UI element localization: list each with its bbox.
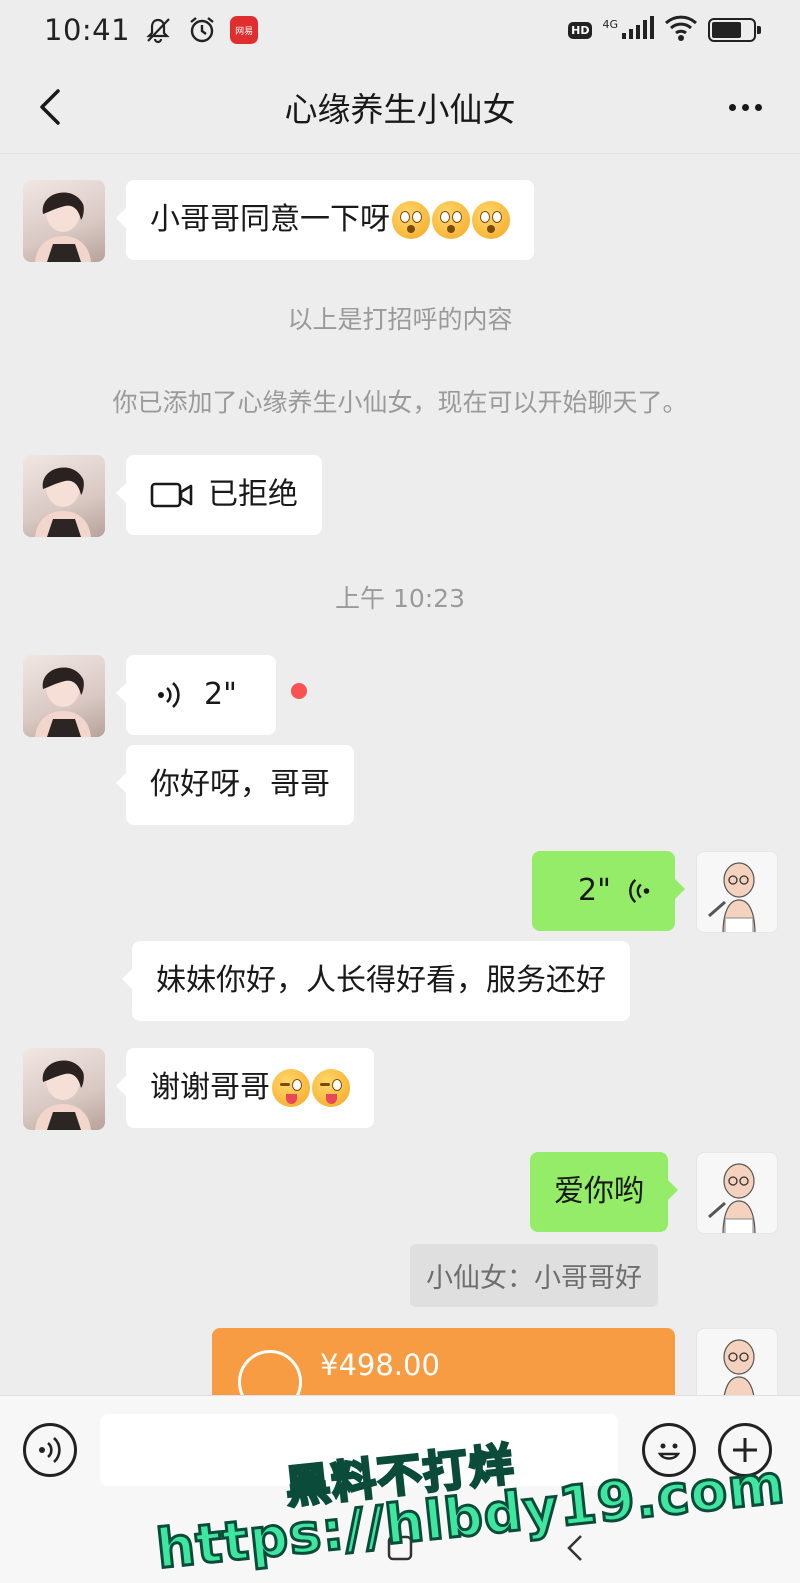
plus-icon	[733, 1438, 757, 1462]
system-notice: 以上是打招呼的内容	[287, 305, 513, 334]
message-input[interactable]	[100, 1414, 618, 1486]
plus-button[interactable]	[718, 1423, 772, 1477]
back-button[interactable]	[26, 82, 76, 132]
emoji-icon	[657, 1443, 681, 1460]
square-icon	[387, 1535, 413, 1561]
mute-icon	[142, 14, 174, 46]
battery-icon	[708, 18, 761, 42]
transfer-amount: ¥498.00	[320, 1348, 440, 1382]
message-bubble[interactable]: 妹妹你好，人长得好看，服务还好	[122, 941, 630, 1021]
contact-avatar[interactable]	[23, 455, 105, 537]
flushed-face-emoji	[432, 201, 470, 239]
message-text: 你好呀，哥哥	[150, 767, 330, 802]
chevron-left-icon	[40, 89, 60, 125]
flushed-face-emoji	[472, 201, 510, 239]
nav-home-button[interactable]	[380, 1528, 420, 1568]
transfer-icon	[238, 1350, 302, 1395]
transfer-bubble[interactable]: ¥498.00	[212, 1328, 675, 1395]
more-dots-icon	[728, 103, 736, 111]
my-avatar[interactable]	[696, 1328, 778, 1395]
voice-icon	[158, 682, 180, 708]
message-text: 小哥哥同意一下呀	[150, 202, 390, 237]
signal-icon	[620, 15, 654, 45]
voice-message-bubble-sent[interactable]: 2"	[532, 851, 685, 931]
message-text: 爱你哟	[554, 1174, 644, 1209]
contact-avatar[interactable]	[23, 1048, 105, 1130]
chat-title: 心缘养生小仙女	[284, 89, 516, 129]
message-text: 妹妹你好，人长得好看，服务还好	[156, 963, 606, 998]
contact-avatar[interactable]	[23, 655, 105, 737]
more-button[interactable]	[720, 82, 770, 132]
unread-dot	[291, 683, 307, 699]
winking-tongue-emoji	[312, 1069, 350, 1107]
voice-mode-button[interactable]	[23, 1423, 77, 1477]
system-notice: 你已添加了心缘养生小仙女，现在可以开始聊天了。	[112, 388, 688, 417]
hd-badge: HD	[568, 21, 593, 39]
chat-header: 心缘养生小仙女	[0, 60, 800, 154]
video-call-icon	[150, 482, 193, 508]
contact-avatar[interactable]	[23, 180, 105, 262]
voice-mode-icon	[39, 1437, 61, 1463]
chat-screen: 10:41 网易 HD 4G 心缘养生小仙女 小哥哥同意一下呀 以上是打招呼的内…	[0, 0, 800, 1583]
quoted-message[interactable]: 小仙女：小哥哥好	[410, 1244, 658, 1307]
my-avatar[interactable]	[696, 851, 778, 933]
message-text: 已拒绝	[208, 477, 298, 512]
voice-message-bubble[interactable]: 2"	[116, 655, 276, 735]
message-text: 谢谢哥哥	[150, 1070, 270, 1105]
wifi-icon	[664, 14, 698, 46]
voice-icon	[629, 878, 650, 904]
network-type: 4G	[602, 17, 618, 31]
winking-tongue-emoji	[272, 1069, 310, 1107]
my-avatar[interactable]	[696, 1152, 778, 1234]
video-call-bubble[interactable]: 已拒绝	[116, 455, 322, 535]
back-triangle-icon	[567, 1535, 582, 1561]
message-list[interactable]: 小哥哥同意一下呀 以上是打招呼的内容 你已添加了心缘养生小仙女，现在可以开始聊天…	[0, 155, 800, 1395]
status-time: 10:41	[44, 13, 131, 47]
alarm-icon	[186, 14, 218, 46]
message-bubble-sent[interactable]: 爱你哟	[530, 1152, 678, 1232]
status-bar: 10:41 网易 HD 4G	[0, 0, 800, 60]
nav-back-button[interactable]	[555, 1528, 595, 1568]
message-bubble[interactable]: 你好呀，哥哥	[116, 745, 354, 825]
input-bar	[0, 1395, 800, 1583]
timestamp: 上午 10:23	[335, 584, 465, 613]
voice-duration: 2"	[578, 873, 611, 908]
emoji-button[interactable]	[642, 1423, 696, 1477]
app-notification-icon: 网易	[230, 16, 259, 44]
message-bubble[interactable]: 谢谢哥哥	[116, 1048, 374, 1128]
flushed-face-emoji	[392, 201, 430, 239]
message-bubble[interactable]: 小哥哥同意一下呀	[116, 180, 534, 260]
voice-duration: 2"	[204, 677, 237, 712]
